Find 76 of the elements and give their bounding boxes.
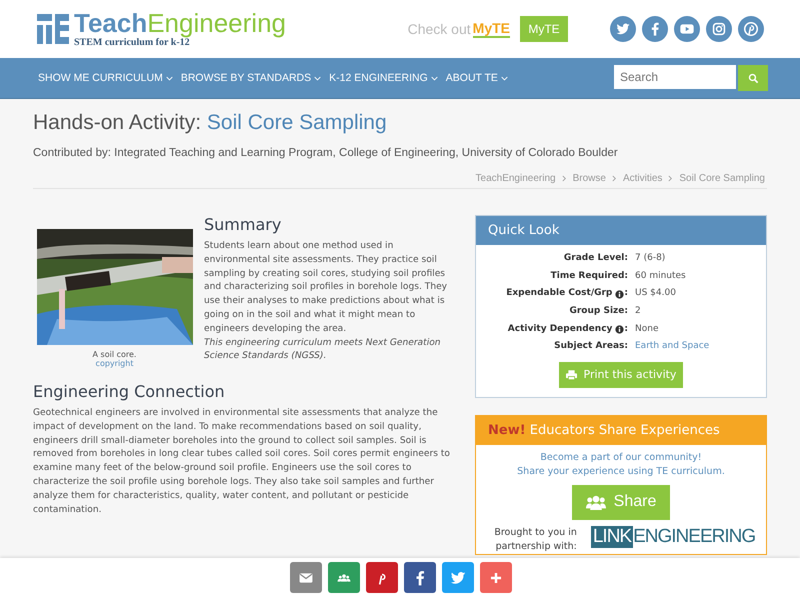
logo-icon	[36, 11, 70, 47]
copyright-link[interactable]: copyright	[96, 359, 134, 368]
info-icon	[615, 325, 624, 334]
label-colon: :	[624, 305, 628, 318]
subject-link[interactable]: Earth and Space	[635, 339, 766, 355]
printer-icon	[566, 370, 577, 380]
social-button[interactable]	[706, 16, 732, 42]
label-colon: :	[624, 270, 628, 283]
promo-text: Check out	[408, 21, 471, 37]
section-heading: Engineering Connection	[33, 382, 226, 401]
promo-logo[interactable]: MyTE	[472, 20, 510, 38]
field-value: 60 minutes	[635, 270, 687, 283]
breadcrumb-link[interactable]: Activities	[622, 173, 662, 184]
nav-menu-item[interactable]: BROWSE BY STANDARDS	[180, 72, 322, 84]
social-button[interactable]	[674, 16, 700, 42]
nav-menu-item[interactable]: SHOW ME CURRICULUM	[38, 72, 173, 84]
brand-name[interactable]: TeachEngineering	[74, 10, 286, 36]
field-value: US $4.00	[635, 287, 677, 300]
standards-note: This engineering curriculum meets Next Generation Science Standards (NGSS).	[204, 336, 442, 364]
print-button[interactable]: Print this activity	[559, 362, 683, 388]
search-icon	[748, 72, 758, 84]
chevron-icon	[612, 175, 617, 182]
panel-title-text: Educators Share Experiences	[528, 422, 720, 438]
page-title: Hands-on Activity: Soil Core Sampling	[33, 111, 388, 135]
info-icon	[615, 290, 624, 299]
share-link-button[interactable]	[366, 562, 398, 593]
contributor-text: Contributed by: Integrated Teaching and Learning Program, College of Engineering, University of Colorado Boulder	[33, 147, 619, 159]
share-link-button[interactable]	[290, 562, 322, 593]
social-button[interactable]	[738, 16, 764, 42]
chevron-icon	[562, 175, 567, 182]
field-label: Activity Dependency	[508, 322, 612, 336]
caret-icon	[166, 76, 173, 80]
image-caption: A soil core.	[92, 350, 136, 359]
nav-menu-item[interactable]: K-12 ENGINEERING	[329, 72, 438, 84]
field-label: Time Required	[550, 270, 624, 283]
label-colon: :	[624, 322, 628, 336]
panel-title: Quick Look	[476, 216, 766, 245]
caret-icon	[500, 76, 508, 80]
field-label: Subject Areas	[554, 340, 624, 354]
myte-button[interactable]: MyTE	[520, 16, 568, 42]
search-field[interactable]: Search	[614, 65, 736, 89]
pinterest-icon	[741, 19, 761, 39]
field-label: Grade Level	[564, 252, 624, 265]
section-text: Geotechnical engineers are involved in environmental site assessments that analyze the impact of development on the land. To make recommendations based on soil quality, engineers drill small-diameter boreholes into the ground to collect soil samples. Soil is removed from boreholes in long clear tubes called soil cores. Soil cores permit engineers to examine many feet of the below-ground soil profile. Engineers use the soil cores to characterize the soil profile using borehole logs. They also take soil samples and further analyze them for characteristics, quality, water content, and pollutant or pesticide contamination.	[33, 407, 451, 517]
tagline: STEM curriculum for k-12	[74, 37, 190, 48]
caret-icon	[430, 76, 438, 80]
partner-logo[interactable]: LINKENGINEERING	[590, 526, 756, 548]
share-link-button[interactable]	[480, 562, 512, 593]
field-value: 7 (6-8)	[635, 252, 666, 265]
invite-text: Become a part of our community!	[540, 450, 702, 465]
share-button[interactable]: Share	[572, 484, 670, 520]
share-link-button[interactable]	[442, 562, 474, 593]
label-colon: :	[624, 252, 628, 265]
breadcrumb-link[interactable]: TeachEngineering	[476, 173, 556, 184]
social-button[interactable]	[642, 16, 668, 42]
caret-icon	[314, 76, 322, 80]
field-label: Expendable Cost/Grp	[506, 287, 612, 300]
summary-text: Students learn about one method used in environmental site assessments. They practice soil sampling by creating soil cores, studying soil profiles and characterizing soil profiles in borehole logs. They use their analyses to make predictions about what is going on in the soil and what it might mean to engineers developing the area.	[204, 240, 448, 336]
search-button[interactable]	[738, 65, 768, 91]
group-icon	[586, 494, 606, 511]
new-label: New!	[488, 422, 526, 438]
share-link-button[interactable]	[404, 562, 436, 593]
invite-text: Share your experience using TE curriculum.	[517, 464, 725, 479]
breadcrumb-link[interactable]: Soil Core Sampling	[679, 173, 765, 184]
field-label: Group Size	[569, 305, 624, 318]
nav-menu-item[interactable]: ABOUT TE	[446, 72, 508, 84]
field-value: None	[635, 322, 660, 336]
label-colon: :	[624, 287, 628, 300]
social-button[interactable]	[610, 16, 636, 42]
breadcrumb-link[interactable]: Browse	[572, 173, 606, 184]
partner-text: Brought to you in partnership with:	[493, 526, 577, 554]
chevron-icon	[668, 175, 674, 182]
label-colon: :	[624, 340, 628, 354]
field-value: 2	[635, 305, 642, 318]
section-heading: Summary	[204, 215, 282, 234]
share-link-button[interactable]	[328, 562, 360, 593]
